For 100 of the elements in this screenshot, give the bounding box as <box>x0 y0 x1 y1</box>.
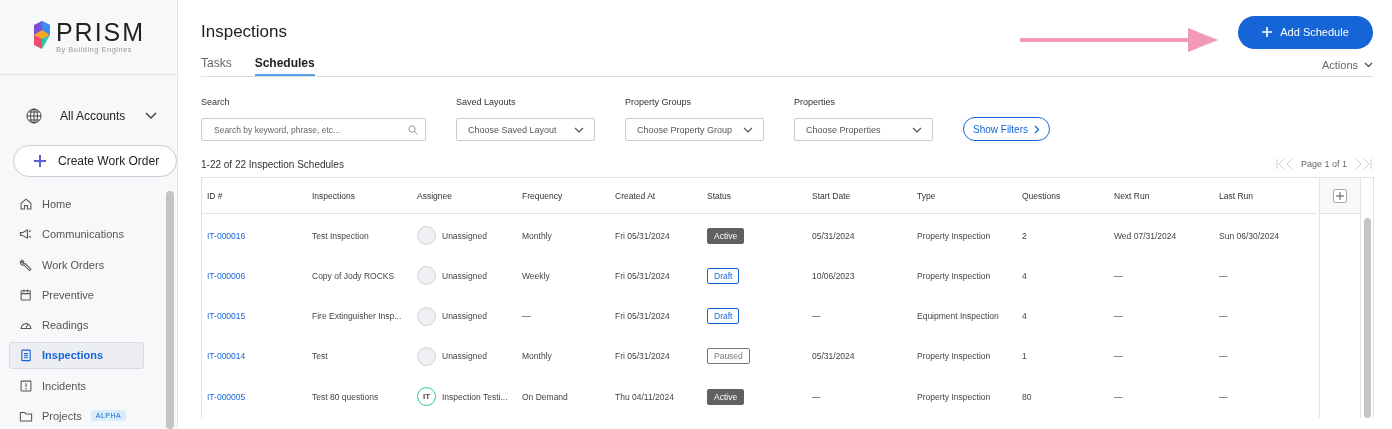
table-cell-text: 4 <box>1021 269 1028 283</box>
brand-name: PRISM <box>55 20 146 45</box>
table-cell-text: — <box>1113 269 1124 283</box>
column-header: ID # <box>202 178 307 214</box>
table-cell-text: Monthly <box>521 229 553 243</box>
nav-icon <box>19 287 33 302</box>
table-cell-text: 1 <box>1021 350 1028 364</box>
nav-icon <box>19 227 33 242</box>
id-link[interactable]: IT-000005 <box>202 377 307 416</box>
actions-menu[interactable]: Actions <box>1321 59 1373 76</box>
id-link[interactable]: IT-000015 <box>202 297 307 335</box>
table-cell-text: Copy of Jody ROCKS <box>311 269 396 283</box>
scrollbar[interactable] <box>166 191 174 429</box>
nav-icon <box>19 197 33 212</box>
plus-icon <box>1262 27 1273 37</box>
page-indicator: Page 1 of 1 <box>1300 159 1347 169</box>
status-tag: Paused <box>707 348 750 365</box>
nav-item[interactable]: Inspections <box>9 342 144 369</box>
results-count: 1-22 of 22 Inspection Schedules <box>201 158 344 170</box>
table-cell-text: Property Inspection <box>916 390 992 404</box>
table-cell-text: Test <box>311 350 329 364</box>
nav-item[interactable]: Home <box>9 191 144 218</box>
assignee-name: Inspection Testi... <box>442 391 508 402</box>
column-header: Last Run <box>1214 178 1317 214</box>
nav-item[interactable]: Work Orders <box>9 251 144 278</box>
column-header: Frequency <box>517 178 610 214</box>
chevron-down-icon <box>912 126 922 133</box>
nav-item[interactable]: Communications <box>9 221 144 248</box>
globe-icon <box>26 108 42 124</box>
column-header: Next Run <box>1109 178 1214 214</box>
dropdown[interactable]: Choose Saved Layout <box>456 118 595 141</box>
assignee-name: Unassigned <box>442 270 487 281</box>
table-cell-text: Monthly <box>521 350 553 364</box>
chevron-down-icon <box>574 126 584 133</box>
id-link[interactable]: IT-000014 <box>202 337 307 375</box>
table-cell-text: Fri 05/31/2024 <box>614 269 671 283</box>
table-cell-text: 10/06/2023 <box>811 269 856 283</box>
column-header: Created At <box>610 178 702 214</box>
field-label: Search <box>201 97 231 107</box>
nav-item[interactable]: Readings <box>9 312 144 339</box>
table-cell-text: — <box>1218 350 1229 364</box>
table-cell-text: — <box>811 310 822 323</box>
avatar <box>417 226 436 245</box>
table-cell-text: Equipment Inspection <box>916 310 1000 323</box>
status-tag: Active <box>707 388 745 405</box>
tab[interactable]: Tasks <box>201 56 232 76</box>
nav-icon <box>19 348 33 363</box>
nav-item[interactable]: Incidents <box>9 372 144 399</box>
dropdown[interactable]: Choose Property Group <box>625 118 764 141</box>
column-header: Questions <box>1017 178 1109 214</box>
plus-icon <box>1336 191 1344 200</box>
table-cell-text: Sun 06/30/2024 <box>1218 229 1281 243</box>
nav-item[interactable]: Preventive <box>9 281 144 308</box>
table-cell-text: Fri 05/31/2024 <box>614 310 671 323</box>
column-header: Assignee <box>412 178 517 214</box>
table-cell-text: Test 80 questions <box>311 390 380 404</box>
table-cell-text: Fri 05/31/2024 <box>614 350 671 364</box>
status-tag: Active <box>707 227 745 244</box>
avatar <box>417 306 436 326</box>
table-cell-text: — <box>1218 310 1229 323</box>
nav-icon <box>19 257 33 272</box>
column-header: Status <box>702 178 807 214</box>
table-cell-text: 05/31/2024 <box>811 229 856 243</box>
field-label: Saved Layouts <box>456 97 517 107</box>
table-cell-text: 2 <box>1021 229 1028 243</box>
table-cell-text: — <box>811 390 822 404</box>
table-cell-text: 4 <box>1021 310 1028 323</box>
table-cell-text: 05/31/2024 <box>811 350 856 364</box>
account-dropdown[interactable]: All Accounts <box>60 109 158 123</box>
table-cell-text: Property Inspection <box>916 229 992 243</box>
show-filters-button[interactable]: Show Filters <box>963 117 1050 141</box>
chevron-down-icon <box>145 112 158 120</box>
table-cell-text: Wed 07/31/2024 <box>1113 229 1178 243</box>
status-tag: Draft <box>707 308 740 324</box>
avatar: IT <box>417 387 436 406</box>
table-cell-text: — <box>1218 269 1229 283</box>
scrollbar[interactable] <box>1363 218 1371 418</box>
column-header: Inspections <box>307 178 412 214</box>
table-cell-text: Weekly <box>521 269 551 283</box>
chevron-right-icon <box>1034 124 1040 134</box>
search-field[interactable]: Search by keyword, phrase, etc... <box>201 118 426 141</box>
plus-icon <box>34 155 46 167</box>
table-cell-text: Property Inspection <box>916 269 992 283</box>
table-cell-text: Fri 05/31/2024 <box>614 229 671 243</box>
add-column-button[interactable] <box>1333 188 1347 203</box>
tab[interactable]: Schedules <box>254 56 315 76</box>
table-cell-text: On Demand <box>521 390 569 404</box>
field-label: Properties <box>794 97 837 107</box>
assignee-name: Unassigned <box>442 230 487 241</box>
avatar <box>417 346 436 366</box>
assignee-name: Unassigned <box>442 351 487 362</box>
id-link[interactable]: IT-000016 <box>202 216 307 255</box>
table-cell-text: — <box>1113 350 1124 364</box>
create-work-order-button[interactable]: Create Work Order <box>13 145 177 177</box>
dropdown[interactable]: Choose Properties <box>794 118 933 141</box>
id-link[interactable]: IT-000006 <box>202 257 307 295</box>
table-cell-text: — <box>521 310 532 323</box>
table-cell-text: Thu 04/11/2024 <box>614 390 675 404</box>
table-cell-text: 80 <box>1021 390 1033 404</box>
add-schedule-button[interactable]: Add Schedule <box>1238 15 1373 49</box>
